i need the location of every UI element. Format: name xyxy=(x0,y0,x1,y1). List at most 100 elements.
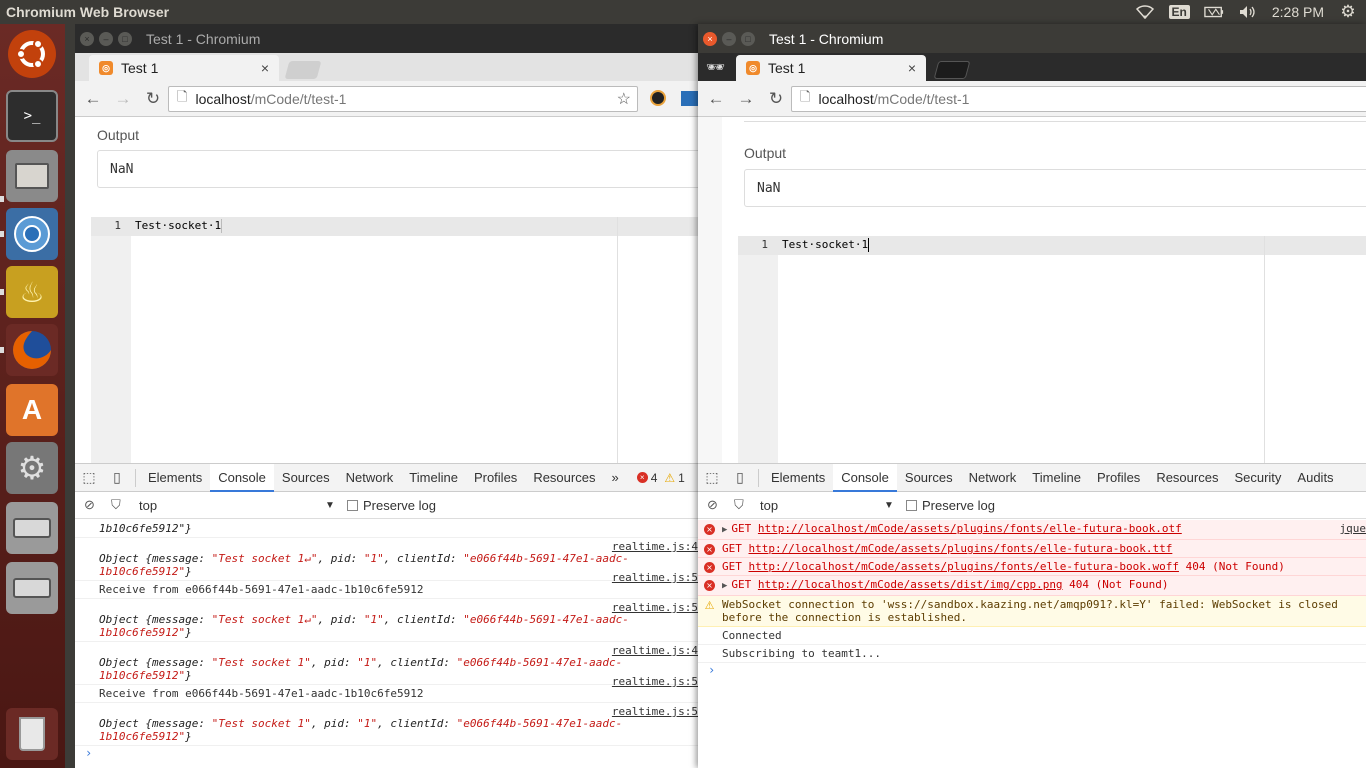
ubuntu-dash-icon[interactable] xyxy=(8,30,56,78)
devtools-tab[interactable]: Network xyxy=(961,464,1025,492)
devtools-tab[interactable]: Timeline xyxy=(401,464,466,492)
files-icon[interactable] xyxy=(6,150,58,202)
system-settings-icon[interactable]: ⚙ xyxy=(6,442,58,494)
extension-icon[interactable] xyxy=(681,91,698,106)
devtools-tab[interactable]: Elements xyxy=(140,464,210,492)
clear-console-icon[interactable]: ⊘ xyxy=(707,497,718,513)
keyboard-layout-indicator[interactable]: En xyxy=(1168,5,1190,19)
console-object[interactable]: Object {message: "Test socket 1↵", pid: … xyxy=(99,613,698,639)
genie-lamp-icon[interactable]: ♨ xyxy=(6,266,58,318)
clear-console-icon[interactable]: ⊘ xyxy=(84,497,95,513)
devtools-tab[interactable]: Network xyxy=(338,464,402,492)
devtools-tab[interactable]: Timeline xyxy=(1024,464,1089,492)
page-info-icon[interactable]: 🗋 xyxy=(800,88,810,110)
wifi-icon[interactable] xyxy=(1135,4,1155,20)
device-mode-icon[interactable]: ▯ xyxy=(103,464,131,492)
request-url-link[interactable]: http://localhost/mCode/assets/plugins/fo… xyxy=(749,542,1173,555)
devtools-tab[interactable]: Resources xyxy=(525,464,603,492)
filter-icon[interactable]: ⛉ xyxy=(734,497,744,513)
devtools-tab[interactable]: Sources xyxy=(274,464,338,492)
devtools-tab[interactable]: Elements xyxy=(763,464,833,492)
source-link[interactable]: jque xyxy=(1340,522,1366,535)
clock[interactable]: 2:28 PM xyxy=(1272,4,1324,20)
error-count-badge[interactable]: × 4 ⚠ 1 xyxy=(636,470,685,485)
request-url-link[interactable]: http://localhost/mCode/assets/plugins/fo… xyxy=(758,522,1182,535)
console-object[interactable]: Object {message: "Test socket 1↵", pid: … xyxy=(99,552,698,578)
devtools-tab-console[interactable]: Console xyxy=(210,463,274,492)
source-link[interactable]: realtime.js:4 xyxy=(612,540,698,553)
reload-button[interactable]: ↻ xyxy=(764,89,788,109)
devtools-tab[interactable]: Security xyxy=(1226,464,1289,492)
reload-button[interactable]: ↻ xyxy=(141,89,165,109)
back-button[interactable]: ← xyxy=(81,89,105,109)
source-link[interactable]: realtime.js:5 xyxy=(612,571,698,584)
code-editor[interactable]: 1 Test·socket·1 xyxy=(738,236,1366,463)
forward-button[interactable]: → xyxy=(734,89,758,109)
code-editor[interactable]: 1 Test·socket·1 xyxy=(91,217,698,463)
close-window-button[interactable]: × xyxy=(80,31,94,46)
more-tabs-button[interactable]: » xyxy=(603,464,626,492)
code-line[interactable]: Test·socket·1 xyxy=(782,238,870,252)
devtools-tab-console[interactable]: Console xyxy=(833,463,897,492)
back-button[interactable]: ← xyxy=(704,89,728,109)
address-bar[interactable]: 🗋 localhost/mCode/t/test-1 xyxy=(791,86,1366,112)
source-link[interactable]: realtime.js:5 xyxy=(612,705,698,718)
extension-icon[interactable] xyxy=(650,90,666,106)
forward-button[interactable]: → xyxy=(111,89,135,109)
inspect-icon[interactable]: ⬚ xyxy=(698,464,726,492)
source-link[interactable]: realtime.js:5 xyxy=(612,675,698,688)
battery-icon[interactable] xyxy=(1204,4,1224,20)
close-window-button[interactable]: × xyxy=(703,31,717,46)
chevron-down-icon[interactable]: ▼ xyxy=(325,500,335,511)
devtools-tab[interactable]: Profiles xyxy=(466,464,525,492)
firefox-icon[interactable] xyxy=(6,324,58,376)
expand-triangle-icon[interactable]: ▶ xyxy=(722,581,727,591)
minimize-window-button[interactable]: – xyxy=(722,31,736,46)
volume-icon[interactable] xyxy=(1238,4,1258,20)
devtools-tab[interactable]: Resources xyxy=(1148,464,1226,492)
gear-icon[interactable]: ⚙ xyxy=(1338,2,1358,21)
minimize-window-button[interactable]: – xyxy=(99,31,113,46)
chromium-icon[interactable] xyxy=(6,208,58,260)
devtools-tab[interactable]: Sources xyxy=(897,464,961,492)
software-center-icon[interactable]: A xyxy=(6,384,58,436)
request-url-link[interactable]: http://localhost/mCode/assets/dist/img/c… xyxy=(758,578,1063,591)
address-bar[interactable]: 🗋 localhost/mCode/t/test-1 ☆ xyxy=(168,86,638,112)
filter-icon[interactable]: ⛉ xyxy=(111,497,121,513)
devtools-tab[interactable]: Audits xyxy=(1289,464,1341,492)
context-selector[interactable]: top xyxy=(760,498,778,513)
expand-triangle-icon[interactable]: ▶ xyxy=(722,525,727,535)
tab-test-1[interactable]: ◎ Test 1 × xyxy=(89,55,279,81)
preserve-log-toggle[interactable]: Preserve log xyxy=(347,498,436,513)
preserve-log-checkbox[interactable] xyxy=(906,499,917,511)
bookmark-star-icon[interactable]: ☆ xyxy=(617,89,631,109)
maximize-window-button[interactable]: □ xyxy=(118,31,132,46)
tab-test-1[interactable]: ◎ Test 1 × xyxy=(736,55,926,81)
new-tab-button[interactable] xyxy=(284,61,322,79)
close-tab-icon[interactable]: × xyxy=(261,60,269,76)
request-url-link[interactable]: http://localhost/mCode/assets/plugins/fo… xyxy=(749,560,1179,573)
device-mode-icon[interactable]: ▯ xyxy=(726,464,754,492)
inspect-icon[interactable]: ⬚ xyxy=(75,464,103,492)
terminal-icon[interactable]: >_ xyxy=(6,90,58,142)
console-object[interactable]: Object {message: "Test socket 1", pid: "… xyxy=(99,656,698,682)
drive-icon[interactable] xyxy=(6,562,58,614)
console-prompt[interactable]: › xyxy=(75,746,698,760)
source-link[interactable]: realtime.js:4 xyxy=(612,644,698,657)
page-info-icon[interactable]: 🗋 xyxy=(177,88,187,110)
chevron-down-icon[interactable]: ▼ xyxy=(884,500,894,511)
drive-icon[interactable] xyxy=(6,502,58,554)
context-selector[interactable]: top xyxy=(139,498,157,513)
maximize-window-button[interactable]: □ xyxy=(741,31,755,46)
devtools-tab[interactable]: Profiles xyxy=(1089,464,1148,492)
preserve-log-checkbox[interactable] xyxy=(347,499,358,511)
warning-icon: ⚠ xyxy=(664,470,676,485)
trash-icon[interactable] xyxy=(6,708,58,760)
console-object[interactable]: Object {message: "Test socket 1", pid: "… xyxy=(99,717,698,743)
code-line[interactable]: Test·socket·1 xyxy=(135,219,223,233)
new-tab-button[interactable] xyxy=(933,61,971,79)
preserve-log-toggle[interactable]: Preserve log xyxy=(906,498,995,513)
console-prompt[interactable]: › xyxy=(698,663,1366,677)
close-tab-icon[interactable]: × xyxy=(908,60,916,76)
source-link[interactable]: realtime.js:5 xyxy=(612,601,698,614)
